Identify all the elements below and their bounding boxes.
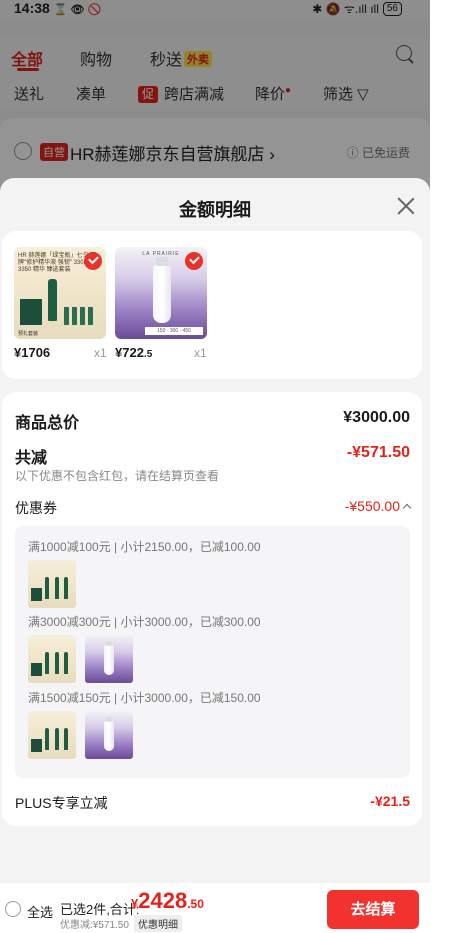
thumb-mini-bottle — [80, 307, 85, 325]
discount-text: 优惠减:¥571.50 — [60, 920, 129, 931]
total-dec: .50 — [187, 897, 204, 911]
coupon-label: 优惠券 — [15, 500, 57, 516]
thumb-box-shape — [31, 739, 42, 752]
product-quantity: x1 — [194, 346, 207, 360]
coupon-product-thumb — [85, 635, 133, 683]
thumb-box-shape — [31, 663, 42, 676]
coupon-details: 满1000减100元 | 小计2150.00，已减100.00 满3000减30… — [15, 526, 410, 778]
chevron-up-icon — [402, 503, 412, 513]
select-all-checkbox[interactable] — [5, 901, 21, 917]
thumb-footer: 预礼套装 — [18, 331, 39, 337]
price-int: ¥1706 — [14, 345, 51, 360]
thumb-tube-shape — [104, 641, 114, 675]
product-thumbnail: HR 赫莲娜「绿宝瓶」七夕 王牌"修护精华液 强韧" 330ml 3350 精华… — [14, 247, 106, 339]
total-int: 2428 — [138, 888, 188, 913]
thumb-label — [32, 563, 72, 577]
thumb-bottle-shape — [48, 279, 57, 321]
plus-value: -¥21.5 — [370, 793, 410, 809]
summary-card: 商品总价 ¥3000.00 共减 -¥571.50 以下优惠不包含红包，请在结算… — [2, 392, 422, 826]
discount-detail-button[interactable]: 优惠明细 — [134, 915, 182, 932]
thumb-bottle-shape — [64, 652, 68, 674]
product-price: ¥722.5 — [115, 345, 152, 360]
thumb-bottle-shape — [55, 577, 59, 599]
total-amount: ¥2428.50 — [131, 888, 204, 914]
product-item[interactable]: LA PRAIRIE 150 · 300 · 450 — [115, 247, 209, 339]
coupon-product-thumb — [28, 560, 76, 608]
price-int: ¥722 — [115, 345, 144, 360]
reduce-label: 共减 — [15, 450, 48, 467]
select-all-label[interactable]: 全选 — [27, 902, 53, 921]
thumb-bottle-shape — [64, 577, 68, 599]
coupon-product-thumb — [85, 711, 133, 759]
coupon-toggle[interactable]: -¥550.00 — [344, 498, 412, 514]
checked-icon — [84, 252, 102, 270]
amount-detail-sheet: 金额明细 HR 赫莲娜「绿宝瓶」七夕 王牌"修护精华液 强韧" 330ml 33… — [0, 178, 430, 933]
sheet-title: 金额明细 — [179, 200, 251, 220]
thumb-mini-bottle — [72, 307, 77, 325]
coupon-rule: 满1000减100元 | 小计2150.00，已减100.00 — [28, 540, 261, 554]
total-value: ¥3000.00 — [343, 409, 410, 426]
thumb-bottle-shape — [64, 728, 68, 750]
checkout-button[interactable]: 去结算 — [327, 890, 419, 929]
thumb-sizes: 150 · 300 · 450 — [145, 327, 203, 335]
thumb-bottle-shape — [45, 728, 49, 750]
coupon-rule: 满3000减300元 | 小计3000.00，已减300.00 — [28, 615, 261, 629]
thumb-mini-bottle — [88, 307, 93, 325]
thumb-mini-bottle — [64, 307, 69, 325]
thumb-tube-shape — [153, 257, 171, 323]
thumb-box-shape — [20, 299, 42, 325]
thumb-bottle-shape — [45, 577, 49, 599]
coupon-product-thumb — [28, 711, 76, 759]
price-dec: .5 — [143, 349, 153, 360]
thumb-box-shape — [31, 588, 42, 601]
product-quantity: x1 — [94, 346, 107, 360]
checked-icon — [185, 252, 203, 270]
coupon-rule: 满1500减150元 | 小计3000.00，已减150.00 — [28, 691, 261, 705]
product-thumbnail: LA PRAIRIE 150 · 300 · 450 — [115, 247, 207, 339]
product-item[interactable]: HR 赫莲娜「绿宝瓶」七夕 王牌"修护精华液 强韧" 330ml 3350 精华… — [14, 247, 108, 339]
close-icon[interactable] — [396, 196, 416, 216]
coupon-product-thumb — [28, 635, 76, 683]
plus-label: PLUS专享立减 — [15, 795, 108, 811]
product-price: ¥1706 — [14, 345, 50, 360]
reduce-note: 以下优惠不包含红包，请在结算页查看 — [15, 469, 220, 483]
products-card: HR 赫莲娜「绿宝瓶」七夕 王牌"修护精华液 强韧" 330ml 3350 精华… — [2, 231, 422, 379]
right-edge-strip — [430, 0, 459, 933]
coupon-value: -¥550.00 — [344, 498, 400, 514]
thumb-bottle-shape — [45, 652, 49, 674]
checkout-bar: 全选 已选2件,合计: ¥2428.50 优惠减:¥571.50 优惠明细 去结… — [0, 883, 430, 933]
thumb-tube-shape — [104, 717, 114, 751]
reduce-value: -¥571.50 — [346, 444, 410, 461]
total-label: 商品总价 — [15, 415, 80, 432]
thumb-bottle-shape — [55, 652, 59, 674]
thumb-bottle-shape — [55, 728, 59, 750]
